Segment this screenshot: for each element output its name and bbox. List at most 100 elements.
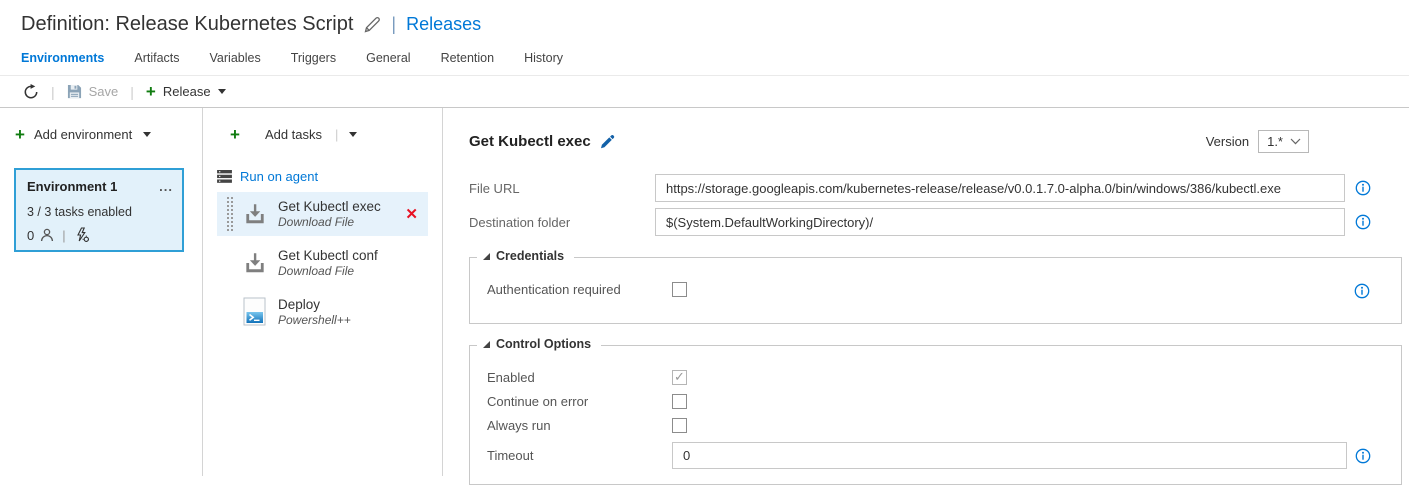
task-title: Get Kubectl exec xyxy=(278,199,401,214)
version-dropdown[interactable]: 1.* xyxy=(1258,130,1309,153)
environment-more-button[interactable]: ... xyxy=(159,183,173,191)
add-environment-button[interactable]: + Add environment xyxy=(15,126,202,143)
authentication-required-label: Authentication required xyxy=(487,282,672,297)
enabled-checkbox[interactable] xyxy=(672,370,687,385)
always-run-checkbox[interactable] xyxy=(672,418,687,433)
task-type: Download File xyxy=(278,264,422,278)
credentials-section-title: Credentials xyxy=(496,249,564,263)
add-tasks-label: Add tasks xyxy=(265,127,322,142)
continue-on-error-checkbox[interactable] xyxy=(672,394,687,409)
continue-on-error-label: Continue on error xyxy=(487,394,672,409)
drag-handle[interactable] xyxy=(226,196,234,232)
save-icon xyxy=(67,84,82,99)
tasks-panel: + Add tasks | xyxy=(203,108,443,476)
version-value: 1.* xyxy=(1267,134,1283,149)
plus-icon: + xyxy=(15,126,25,143)
plus-icon: + xyxy=(146,83,156,100)
run-on-agent-phase[interactable]: Run on agent xyxy=(217,169,442,184)
info-icon[interactable] xyxy=(1355,214,1371,230)
chevron-down-icon xyxy=(218,89,226,94)
task-type: Powershell++ xyxy=(278,313,422,327)
plus-icon: + xyxy=(230,126,240,143)
chevron-down-icon xyxy=(143,132,151,137)
destination-folder-label: Destination folder xyxy=(469,215,655,230)
add-tasks-separator: | xyxy=(335,127,338,142)
tab-triggers[interactable]: Triggers xyxy=(291,51,336,65)
credentials-section: Credentials Authentication required xyxy=(469,257,1402,324)
tab-environments[interactable]: Environments xyxy=(21,51,104,65)
always-run-label: Always run xyxy=(487,418,672,433)
collapse-triangle-icon xyxy=(483,341,490,348)
download-file-icon xyxy=(241,201,269,227)
control-options-section: Control Options Enabled Continue on erro… xyxy=(469,345,1402,485)
environment-card[interactable]: Environment 1 ... 3 / 3 tasks enabled 0 … xyxy=(14,168,184,252)
timeout-row: Timeout xyxy=(487,442,1371,469)
run-on-agent-label: Run on agent xyxy=(240,169,318,184)
task-title: Deploy xyxy=(278,297,422,312)
environments-panel: + Add environment Environment 1 ... 3 / … xyxy=(0,108,203,476)
save-button[interactable]: Save xyxy=(67,84,119,99)
always-run-row: Always run xyxy=(487,418,1371,433)
add-tasks-button[interactable]: + Add tasks xyxy=(230,126,322,143)
content-area: + Add environment Environment 1 ... 3 / … xyxy=(0,108,1409,476)
title-separator: | xyxy=(391,14,396,35)
task-detail-title: Get Kubectl exec xyxy=(469,133,591,150)
icons-separator: | xyxy=(62,228,65,243)
destination-folder-input[interactable] xyxy=(655,208,1345,236)
powershell-icon xyxy=(241,297,269,327)
chevron-down-icon xyxy=(1290,138,1301,145)
trigger-settings-icon[interactable] xyxy=(74,227,90,243)
task-row-deploy[interactable]: Deploy Powershell++ ✕ xyxy=(217,290,428,334)
task-list: Get Kubectl exec Download File ✕ Get Kub… xyxy=(203,192,442,334)
credentials-section-toggle[interactable]: Credentials xyxy=(477,249,574,263)
approvals-count: 0 xyxy=(27,228,34,243)
edit-definition-pencil-icon[interactable] xyxy=(363,16,381,34)
add-environment-label: Add environment xyxy=(34,127,132,142)
tab-general[interactable]: General xyxy=(366,51,410,65)
download-file-icon xyxy=(241,250,269,276)
refresh-button[interactable] xyxy=(23,84,39,100)
file-url-field-row: File URL xyxy=(469,174,1409,202)
control-options-section-title: Control Options xyxy=(496,337,591,351)
release-button-label: Release xyxy=(163,84,211,99)
collapse-triangle-icon xyxy=(483,253,490,260)
tab-artifacts[interactable]: Artifacts xyxy=(134,51,179,65)
page-title: Definition: Release Kubernetes Script xyxy=(21,13,353,36)
save-button-label: Save xyxy=(89,84,119,99)
person-icon[interactable] xyxy=(40,228,54,242)
toolbar-separator: | xyxy=(51,84,55,100)
toolbar-separator: | xyxy=(130,84,134,100)
task-title: Get Kubectl conf xyxy=(278,248,422,263)
task-detail-panel: Get Kubectl exec Version 1.* File U xyxy=(443,108,1409,476)
environment-tasks-summary: 3 / 3 tasks enabled xyxy=(27,205,173,219)
releases-link[interactable]: Releases xyxy=(406,14,481,35)
timeout-label: Timeout xyxy=(487,448,672,463)
tab-retention[interactable]: Retention xyxy=(441,51,495,65)
task-row-get-kubectl-exec[interactable]: Get Kubectl exec Download File ✕ xyxy=(217,192,428,236)
authentication-required-checkbox[interactable] xyxy=(672,282,687,297)
environment-name: Environment 1 xyxy=(27,179,117,194)
enabled-row: Enabled xyxy=(487,370,1371,385)
task-type: Download File xyxy=(278,215,401,229)
enabled-label: Enabled xyxy=(487,370,672,385)
rename-task-pencil-icon[interactable] xyxy=(599,134,615,150)
info-icon[interactable] xyxy=(1354,283,1370,299)
task-row-get-kubectl-conf[interactable]: Get Kubectl conf Download File ✕ xyxy=(217,241,428,285)
tab-variables[interactable]: Variables xyxy=(210,51,261,65)
release-button[interactable]: + Release xyxy=(146,83,226,100)
timeout-input[interactable] xyxy=(672,442,1347,469)
file-url-input[interactable] xyxy=(655,174,1345,202)
file-url-label: File URL xyxy=(469,181,655,196)
agent-phase-icon xyxy=(217,170,232,183)
tab-history[interactable]: History xyxy=(524,51,563,65)
authentication-required-row: Authentication required xyxy=(487,282,1371,297)
tab-bar: Environments Artifacts Variables Trigger… xyxy=(0,36,1409,76)
continue-on-error-row: Continue on error xyxy=(487,394,1371,409)
info-icon[interactable] xyxy=(1355,180,1371,196)
delete-task-icon[interactable]: ✕ xyxy=(401,205,422,223)
control-options-section-toggle[interactable]: Control Options xyxy=(477,337,601,351)
info-icon[interactable] xyxy=(1355,448,1371,464)
destination-folder-field-row: Destination folder xyxy=(469,208,1409,236)
add-tasks-dropdown-chevron-icon[interactable] xyxy=(349,132,357,137)
command-toolbar: | Save | + Release xyxy=(0,76,1409,108)
